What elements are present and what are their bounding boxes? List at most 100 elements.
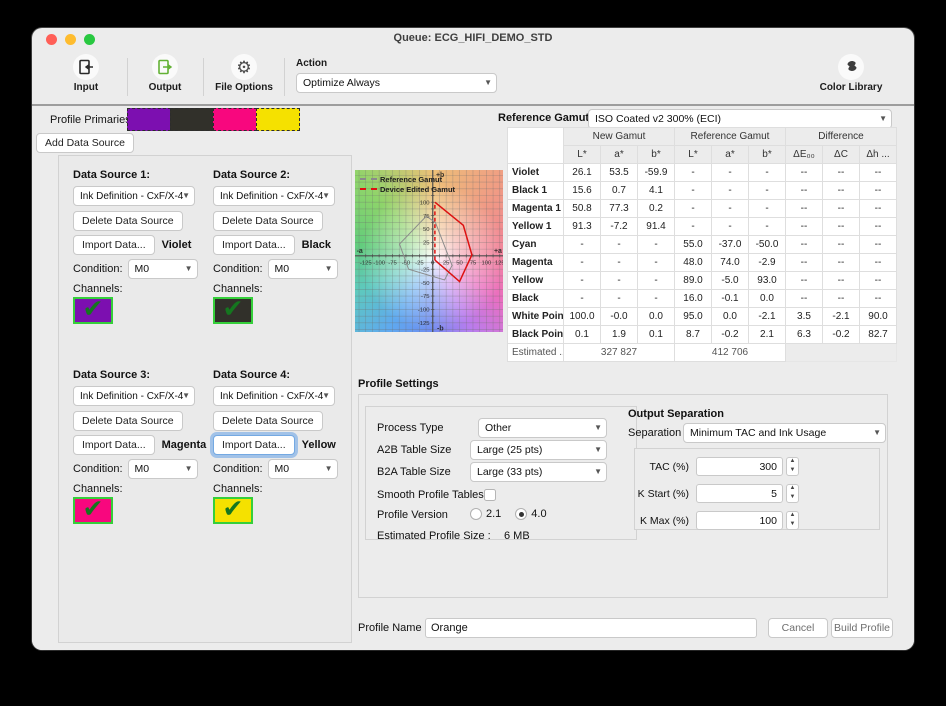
stepper-control[interactable]: ▲ ▼ xyxy=(786,484,799,503)
data-source-type-dropdown[interactable]: Ink Definition - CxF/X-4 ▼ xyxy=(73,386,195,406)
channels-label: Channels: xyxy=(73,483,123,495)
chevron-down-icon: ▼ xyxy=(324,464,333,474)
svg-text:-100: -100 xyxy=(373,260,385,266)
color-library-tool-button[interactable]: Color Library xyxy=(816,54,886,93)
data-source-type-dropdown[interactable]: Ink Definition - CxF/X-4 ▼ xyxy=(213,386,335,406)
condition-dropdown[interactable]: M0 ▼ xyxy=(127,259,198,279)
ink-name-label: Violet xyxy=(161,239,192,251)
value-cell: 100.0 xyxy=(563,307,601,326)
value-cell: -- xyxy=(859,217,897,236)
value-cell: 74.0 xyxy=(711,253,749,272)
data-source-type-dropdown-value: Ink Definition - CxF/X-4 xyxy=(80,190,184,202)
value-cell: - xyxy=(563,235,601,254)
reference-gamut-dropdown[interactable]: ISO Coated v2 300% (ECI) ▼ xyxy=(588,109,892,129)
primary-swatch-magenta[interactable] xyxy=(213,108,257,131)
delete-data-source-button[interactable]: Delete Data Source xyxy=(213,211,323,231)
value-cell: -- xyxy=(785,271,823,290)
channel-swatch-checked[interactable]: ✔ xyxy=(213,496,253,524)
import-data-button[interactable]: Import Data... xyxy=(213,235,295,255)
profile-version-radios: 2.1 4.0 xyxy=(470,508,547,520)
import-data-button[interactable]: Import Data... xyxy=(73,435,155,455)
value-cell: -2.1 xyxy=(748,307,786,326)
toolbar-divider xyxy=(127,58,128,96)
legend-item: Reference Gamut xyxy=(360,174,455,184)
value-cell: - xyxy=(748,163,786,182)
data-source-type-dropdown[interactable]: Ink Definition - CxF/X-4 ▼ xyxy=(73,186,195,206)
a2b-table-size-dropdown[interactable]: Large (25 pts) ▼ xyxy=(470,440,607,460)
import-data-button[interactable]: Import Data... xyxy=(73,235,155,255)
radio-4.0[interactable] xyxy=(515,508,528,520)
condition-dropdown[interactable]: M0 ▼ xyxy=(127,459,198,479)
process-type-label: Process Type xyxy=(377,422,444,434)
value-cell: - xyxy=(711,217,749,236)
primary-swatch-black[interactable] xyxy=(170,108,214,131)
value-cell: -- xyxy=(785,253,823,272)
channel-swatch-checked[interactable]: ✔ xyxy=(213,296,253,324)
delete-data-source-button[interactable]: Delete Data Source xyxy=(73,411,183,431)
row-name-cell: Black 1 xyxy=(507,181,564,200)
add-data-source-button[interactable]: Add Data Source xyxy=(36,133,134,153)
delete-data-source-button[interactable]: Delete Data Source xyxy=(73,211,183,231)
svg-text:-25: -25 xyxy=(421,267,430,273)
svg-text:0: 0 xyxy=(431,260,435,266)
value-cell: -2.9 xyxy=(748,253,786,272)
value-cell: -0.1 xyxy=(711,289,749,308)
column-group-header: New Gamut xyxy=(563,127,675,146)
separation-field-input[interactable]: 100 xyxy=(696,511,783,530)
toolbar: Input Output ⚙ File Options Action Optim… xyxy=(32,50,914,106)
legend-item: Device Edited Gamut xyxy=(360,184,455,194)
action-dropdown[interactable]: Optimize Always ▼ xyxy=(296,73,497,93)
profile-version-option[interactable]: 4.0 xyxy=(515,508,547,520)
stepper-down-icon: ▼ xyxy=(789,493,796,500)
radio-2.1[interactable] xyxy=(470,508,482,520)
primary-swatch-violet[interactable] xyxy=(127,108,171,131)
table-row: Cyan - - -55.0 -37.0 -50.0 -- -- -- xyxy=(507,235,897,254)
value-cell: -59.9 xyxy=(637,163,675,182)
separation-dropdown[interactable]: Minimum TAC and Ink Usage ▼ xyxy=(683,423,886,443)
profile-version-option[interactable]: 2.1 xyxy=(470,508,501,520)
b2a-table-size-dropdown[interactable]: Large (33 pts) ▼ xyxy=(470,462,607,482)
row-name-cell: Violet xyxy=(507,163,564,182)
file-options-tool-button[interactable]: ⚙ File Options xyxy=(209,54,279,93)
output-tool-button[interactable]: Output xyxy=(130,54,200,93)
profile-name-input[interactable] xyxy=(425,618,757,638)
value-cell: - xyxy=(563,271,601,290)
stepper-up-icon: ▲ xyxy=(789,485,796,491)
stepper-control[interactable]: ▲ ▼ xyxy=(786,457,799,476)
channel-swatch-checked[interactable]: ✔ xyxy=(73,496,113,524)
delete-data-source-button[interactable]: Delete Data Source xyxy=(213,411,323,431)
chevron-down-icon: ▼ xyxy=(324,264,333,274)
row-name-cell: White Point xyxy=(507,307,564,326)
svg-text:-100: -100 xyxy=(418,308,430,314)
separation-field-input[interactable]: 5 xyxy=(696,484,783,503)
separation-field-input[interactable]: 300 xyxy=(696,457,783,476)
cancel-button[interactable]: Cancel xyxy=(768,618,828,638)
condition-dropdown[interactable]: M0 ▼ xyxy=(267,459,338,479)
legend-label: Device Edited Gamut xyxy=(380,184,456,194)
value-cell: -50.0 xyxy=(748,235,786,254)
channel-swatch-checked[interactable]: ✔ xyxy=(73,296,113,324)
value-cell: - xyxy=(711,163,749,182)
condition-dropdown[interactable]: M0 ▼ xyxy=(267,259,338,279)
chevron-down-icon: ▼ xyxy=(182,391,190,401)
condition-row: Condition: M0 ▼ xyxy=(73,259,199,279)
column-header: L* xyxy=(563,145,601,164)
content-area: Profile Primaries: Add Data Source Refer… xyxy=(32,106,914,650)
smooth-profile-tables-checkbox[interactable] xyxy=(484,489,496,501)
separation-field-row: K Start (%) 5 ▲ ▼ xyxy=(635,484,799,503)
data-source-type-dropdown[interactable]: Ink Definition - CxF/X-4 ▼ xyxy=(213,186,335,206)
chart-legend: Reference Gamut Device Edited Gamut xyxy=(360,174,455,194)
separation-field-row: K Max (%) 100 ▲ ▼ xyxy=(635,511,799,530)
build-profile-button[interactable]: Build Profile xyxy=(831,618,893,638)
value-cell: -- xyxy=(822,217,860,236)
row-name-cell: Estimated ... xyxy=(507,343,564,362)
primary-swatch-yellow[interactable] xyxy=(256,108,300,131)
table-subheader-row: L* a* b* L* a* b* ΔE₀₀ ΔC Δh ... xyxy=(508,145,897,164)
stepper-control[interactable]: ▲ ▼ xyxy=(786,511,799,530)
data-source-title: Data Source 4: xyxy=(213,369,291,381)
chevron-down-icon: ▼ xyxy=(873,428,881,438)
process-type-dropdown[interactable]: Other ▼ xyxy=(478,418,607,438)
profile-primaries-swatches xyxy=(127,108,300,131)
input-tool-button[interactable]: Input xyxy=(51,54,121,93)
import-data-button[interactable]: Import Data... xyxy=(213,435,295,455)
